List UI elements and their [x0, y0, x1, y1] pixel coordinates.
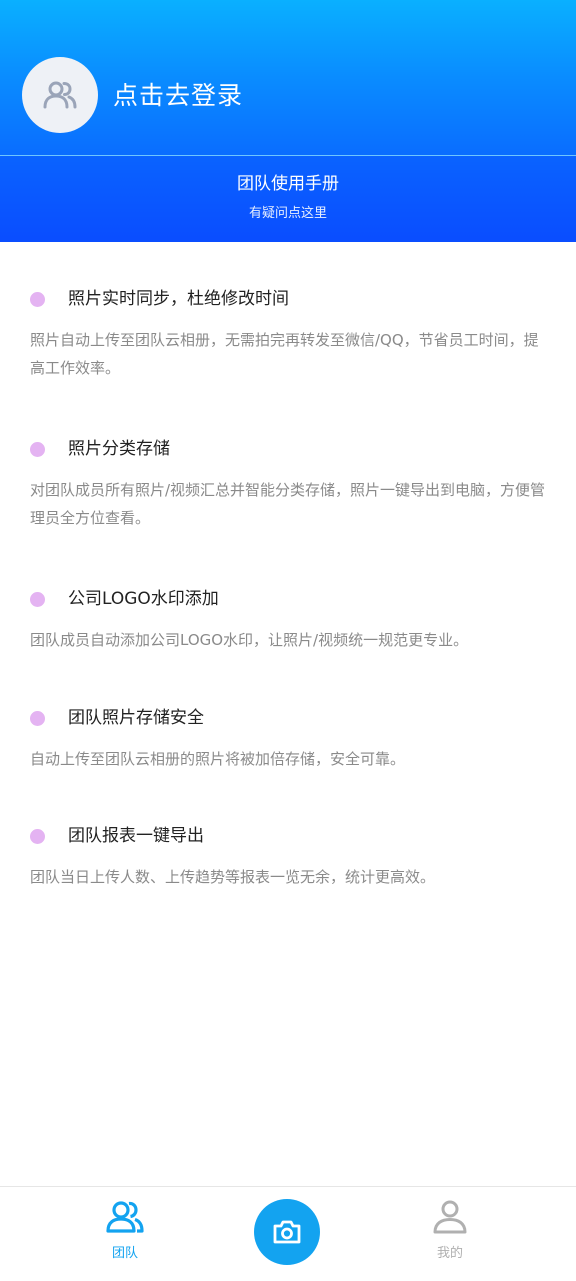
team-manual-banner[interactable]: 团队使用手册 有疑问点这里	[0, 156, 576, 242]
feature-description: 团队成员自动添加公司LOGO水印，让照片/视频统一规范更专业。	[30, 631, 469, 649]
manual-title: 团队使用手册	[237, 174, 339, 194]
camera-icon	[273, 1220, 301, 1244]
user-icon	[433, 1200, 467, 1234]
avatar[interactable]	[22, 57, 98, 133]
feature-title: 团队照片存储安全	[68, 708, 204, 728]
feature-title: 公司LOGO水印添加	[68, 589, 219, 609]
login-header[interactable]: 点击去登录	[0, 0, 576, 155]
feature-item: 团队照片存储安全 自动上传至团队云相册的照片将被加倍存储，安全可靠。	[30, 703, 550, 773]
team-icon	[106, 1201, 144, 1233]
feature-description: 对团队成员所有照片/视频汇总并智能分类存储，照片一键导出到电脑，方便管理员全方位…	[30, 481, 546, 527]
tab-team[interactable]: 团队	[65, 1187, 185, 1281]
feature-item: 照片实时同步，杜绝修改时间 照片自动上传至团队云相册，无需拍完再转发至微信/QQ…	[30, 284, 550, 384]
feature-title: 照片实时同步，杜绝修改时间	[68, 289, 289, 309]
bullet-dot	[30, 442, 45, 457]
feature-item: 照片分类存储 对团队成员所有照片/视频汇总并智能分类存储，照片一键导出到电脑，方…	[30, 434, 550, 534]
feature-description: 照片自动上传至团队云相册，无需拍完再转发至微信/QQ，节省员工时间，提高工作效率…	[30, 331, 539, 377]
feature-title: 照片分类存储	[68, 439, 170, 459]
tab-mine-label: 我的	[436, 1246, 463, 1261]
bullet-dot	[30, 292, 45, 307]
camera-button[interactable]	[254, 1199, 320, 1265]
feature-item: 公司LOGO水印添加 团队成员自动添加公司LOGO水印，让照片/视频统一规范更专…	[30, 584, 550, 654]
login-prompt[interactable]: 点击去登录	[113, 78, 243, 114]
user-group-icon	[43, 81, 77, 109]
feature-item: 团队报表一键导出 团队当日上传人数、上传趋势等报表一览无余，统计更高效。	[30, 821, 550, 891]
tab-mine[interactable]: 我的	[390, 1187, 510, 1281]
bullet-dot	[30, 829, 45, 844]
manual-subtitle: 有疑问点这里	[248, 206, 327, 221]
feature-description: 团队当日上传人数、上传趋势等报表一览无余，统计更高效。	[30, 868, 436, 886]
bullet-dot	[30, 711, 45, 726]
feature-title: 团队报表一键导出	[68, 826, 204, 846]
tab-team-label: 团队	[111, 1246, 138, 1261]
bullet-dot	[30, 592, 45, 607]
feature-description: 自动上传至团队云相册的照片将被加倍存储，安全可靠。	[30, 750, 406, 768]
